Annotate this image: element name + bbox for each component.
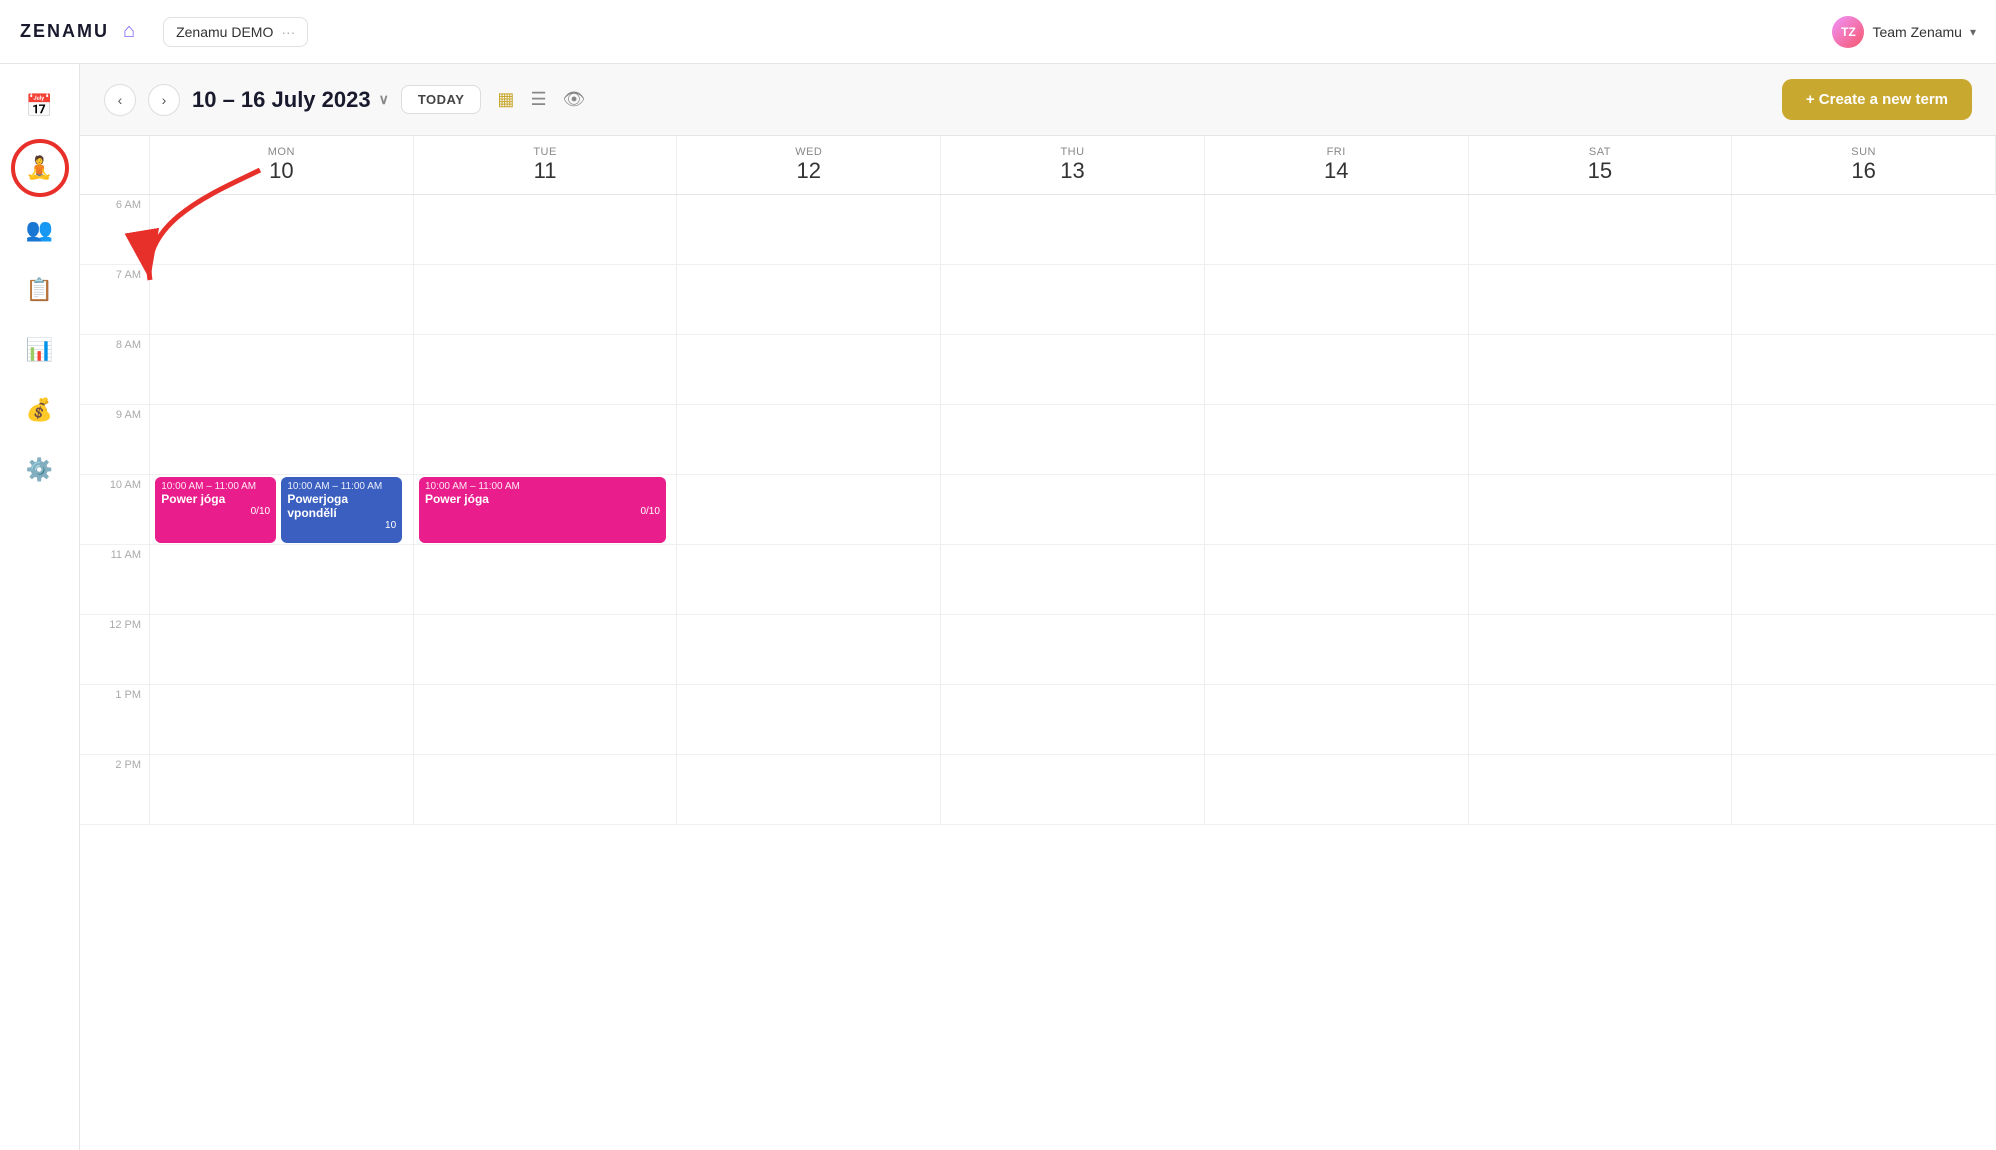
day-num-thu: 13 [941,158,1204,184]
day-col-fri [1205,195,1469,825]
home-icon[interactable]: ⌂ [119,16,139,47]
event-count-2: 10 [287,520,396,531]
calendar-toolbar: ‹ › 10 – 16 July 2023 ∨ TODAY ▦ ☰ 👁 + Cr… [80,64,1996,136]
day-name-tue: TUE [414,146,677,158]
day-name-thu: THU [941,146,1204,158]
avatar: TZ [1832,16,1864,48]
user-area[interactable]: TZ Team Zenamu ▾ [1832,16,1976,48]
event-time: 10:00 AM – 11:00 AM [161,481,270,492]
event-power-joga-tue[interactable]: 10:00 AM – 11:00 AM Power jóga 0/10 [419,477,666,543]
workspace-pill[interactable]: Zenamu DEMO ··· [163,17,308,47]
main-layout: 📅 🧘 👥 📋 📊 💰 ⚙️ ‹ › 10 – 16 July 2023 [0,64,1996,1150]
day-header-tue: TUE 11 [414,136,678,194]
time-9am: 9 AM [80,405,149,475]
day-num-sat: 15 [1469,158,1732,184]
prev-button[interactable]: ‹ [104,84,136,116]
event-power-joga-mon[interactable]: 10:00 AM – 11:00 AM Power jóga 0/10 [155,477,276,543]
day-header-wed: WED 12 [677,136,941,194]
content-area: ‹ › 10 – 16 July 2023 ∨ TODAY ▦ ☰ 👁 + Cr… [80,64,1996,1150]
day-name-mon: MON [150,146,413,158]
event-time-tue: 10:00 AM – 11:00 AM [425,481,660,492]
notes-nav-icon: 📋 [26,277,53,303]
time-column: 6 AM 7 AM 8 AM 9 AM 10 AM 11 AM 12 PM 1 … [80,195,150,825]
calendar-header: MON 10 TUE 11 WED 12 THU 13 FRI 14 [80,136,1996,195]
time-10am: 10 AM [80,475,149,545]
day-col-tue: 10:00 AM – 11:00 AM Power jóga 0/10 [414,195,678,825]
sidebar-item-notes[interactable]: 📋 [14,264,66,316]
event-count: 0/10 [161,506,270,517]
time-8am: 8 AM [80,335,149,405]
today-button[interactable]: TODAY [401,85,482,114]
time-12pm: 12 PM [80,615,149,685]
stats-nav-icon: 📊 [26,337,53,363]
day-col-sat [1469,195,1733,825]
event-title-tue: Power jóga [425,492,660,506]
day-col-sun [1732,195,1996,825]
user-chevron-icon: ▾ [1970,25,1976,39]
day-header-sun: SUN 16 [1732,136,1996,194]
settings-nav-icon: ⚙️ [26,457,53,483]
day-num-tue: 11 [414,158,677,184]
day-num-wed: 12 [677,158,940,184]
date-range[interactable]: 10 – 16 July 2023 ∨ [192,87,389,113]
workspace-dots[interactable]: ··· [281,24,295,40]
calendar-view-icon[interactable]: ▦ [493,85,518,114]
sidebar-item-calendar[interactable]: 📅 [14,80,66,132]
view-icons: ▦ ☰ 👁 [493,85,589,114]
sidebar-item-classes[interactable]: 🧘 [12,140,68,196]
workspace-name: Zenamu DEMO [176,24,273,40]
event-title: Power jóga [161,492,270,506]
logo-text: ZENAMU [20,21,109,42]
sidebar-item-billing[interactable]: 💰 [14,384,66,436]
day-col-thu [941,195,1205,825]
date-range-text: 10 – 16 July 2023 [192,87,371,113]
day-header-thu: THU 13 [941,136,1205,194]
eye-view-icon[interactable]: 👁 [559,85,590,114]
day-name-wed: WED [677,146,940,158]
event-time-2: 10:00 AM – 11:00 AM [287,481,396,492]
sidebar-item-settings[interactable]: ⚙️ [14,444,66,496]
sidebar: 📅 🧘 👥 📋 📊 💰 ⚙️ [0,64,80,1150]
day-col-mon: 10:00 AM – 11:00 AM Power jóga 0/10 10:0… [150,195,414,825]
calendar-body: 6 AM 7 AM 8 AM 9 AM 10 AM 11 AM 12 PM 1 … [80,195,1996,825]
event-powerjoga-vpondeli[interactable]: 10:00 AM – 11:00 AM Powerjoga vpondělí 1… [281,477,402,543]
day-num-fri: 14 [1205,158,1468,184]
day-name-sat: SAT [1469,146,1732,158]
day-num-mon: 10 [150,158,413,184]
day-name-fri: FRI [1205,146,1468,158]
day-header-sat: SAT 15 [1469,136,1733,194]
day-name-sun: SUN [1732,146,1995,158]
time-2pm: 2 PM [80,755,149,825]
clients-nav-icon: 👥 [26,217,53,243]
day-header-fri: FRI 14 [1205,136,1469,194]
time-7am: 7 AM [80,265,149,335]
event-title-2: Powerjoga vpondělí [287,492,396,520]
day-header-mon: MON 10 [150,136,414,194]
classes-nav-icon: 🧘 [26,155,53,181]
calendar-nav-icon: 📅 [26,93,53,119]
day-num-sun: 16 [1732,158,1995,184]
logo-area: ZENAMU ⌂ [20,16,139,47]
create-term-button[interactable]: + Create a new term [1782,79,1972,120]
time-11am: 11 AM [80,545,149,615]
date-range-chevron-icon: ∨ [379,91,389,108]
next-button[interactable]: › [148,84,180,116]
calendar-container: MON 10 TUE 11 WED 12 THU 13 FRI 14 [80,136,1996,1150]
time-header-cell [80,136,150,194]
top-header: ZENAMU ⌂ Zenamu DEMO ··· TZ Team Zenamu … [0,0,1996,64]
user-name: Team Zenamu [1872,24,1961,40]
sidebar-item-stats[interactable]: 📊 [14,324,66,376]
event-count-tue: 0/10 [425,506,660,517]
time-1pm: 1 PM [80,685,149,755]
time-6am: 6 AM [80,195,149,265]
sidebar-item-clients[interactable]: 👥 [14,204,66,256]
list-view-icon[interactable]: ☰ [526,85,550,114]
billing-nav-icon: 💰 [26,397,53,423]
day-col-wed [677,195,941,825]
